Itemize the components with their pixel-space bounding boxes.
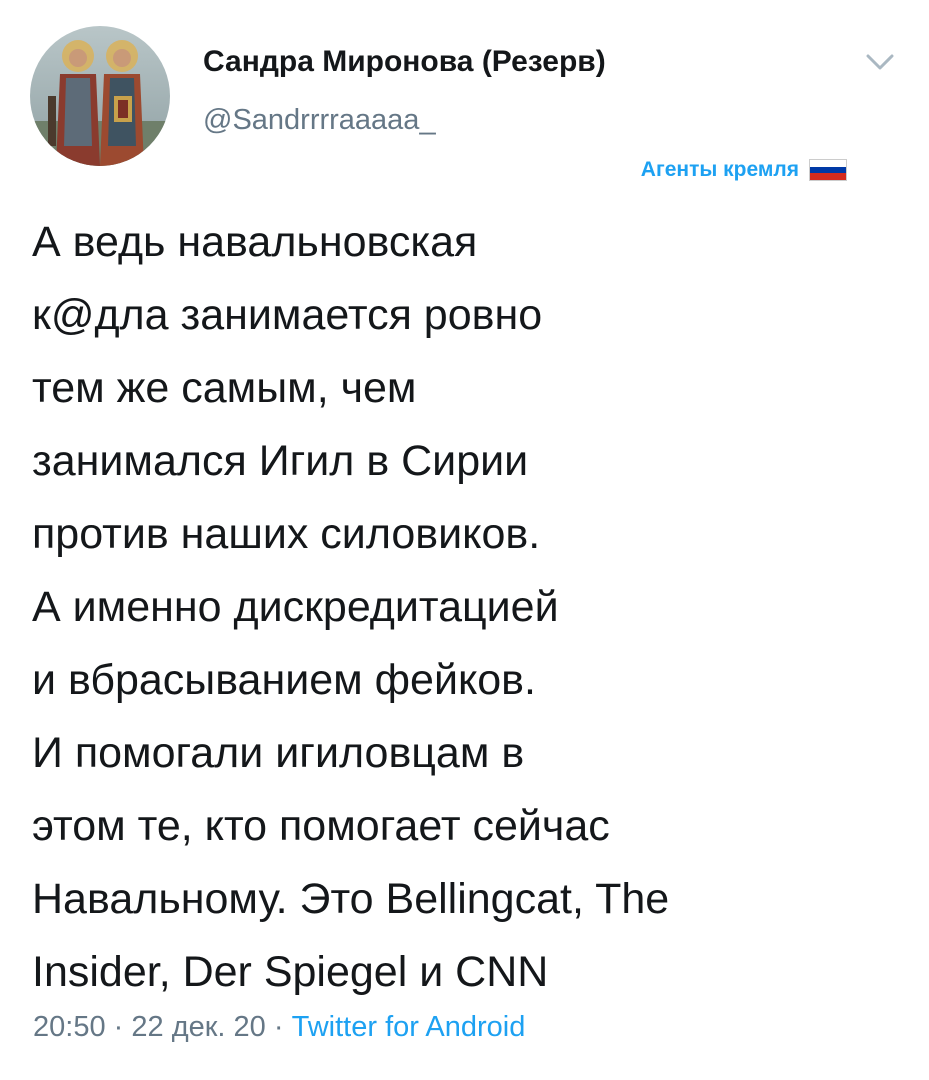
tweet-text-line: к@дла занимается ровно [32, 291, 543, 339]
chevron-down-icon [866, 54, 894, 70]
saints-avatar-icon [30, 26, 170, 166]
avatar[interactable] [30, 26, 170, 166]
tweet-text-line: Insider, Der Spiegel и CNN [32, 948, 549, 996]
tweet-text-line: тем же самым, чем [32, 364, 417, 412]
author-bio-badge[interactable]: Агенты кремля [641, 158, 847, 182]
author-handle[interactable]: @Sandrrrraaaaa_ [203, 104, 436, 137]
bio-badge-text: Агенты кремля [640, 158, 799, 181]
tweet-text-line: этом те, кто помогает сейчас [32, 802, 610, 850]
tweet-text-line: Навальному. Это Bellingcat, The [32, 875, 670, 923]
meta-separator: · [273, 1011, 284, 1043]
tweet-time[interactable]: 20:50 [33, 1011, 106, 1043]
tweet-meta: 20:50 · 22 дек. 20 · Twitter for Android [33, 1011, 525, 1044]
tweet-source-link[interactable]: Twitter for Android [292, 1011, 526, 1043]
meta-separator: · [113, 1011, 124, 1043]
tweet-card: Сандра Миронова (Резерв) @Sandrrrraaaaa_… [0, 0, 929, 1080]
tweet-menu-button[interactable] [860, 44, 900, 80]
russian-flag-icon [809, 159, 847, 181]
tweet-text-line: занимался Игил в Сирии [32, 437, 529, 485]
tweet-text-line: А именно дискредитацией [32, 583, 559, 631]
tweet-text-line: против наших силовиков. [32, 510, 541, 558]
tweet-text-line: и вбрасыванием фейков. [32, 656, 536, 704]
tweet-text-line: И помогали игиловцам в [32, 729, 525, 777]
tweet-date[interactable]: 22 дек. 20 [131, 1011, 265, 1043]
tweet-text-line: А ведь навальновская [32, 218, 478, 266]
tweet-text: А ведь навальновская к@дла занимается ро… [32, 206, 912, 1009]
author-display-name[interactable]: Сандра Миронова (Резерв) [203, 45, 606, 79]
